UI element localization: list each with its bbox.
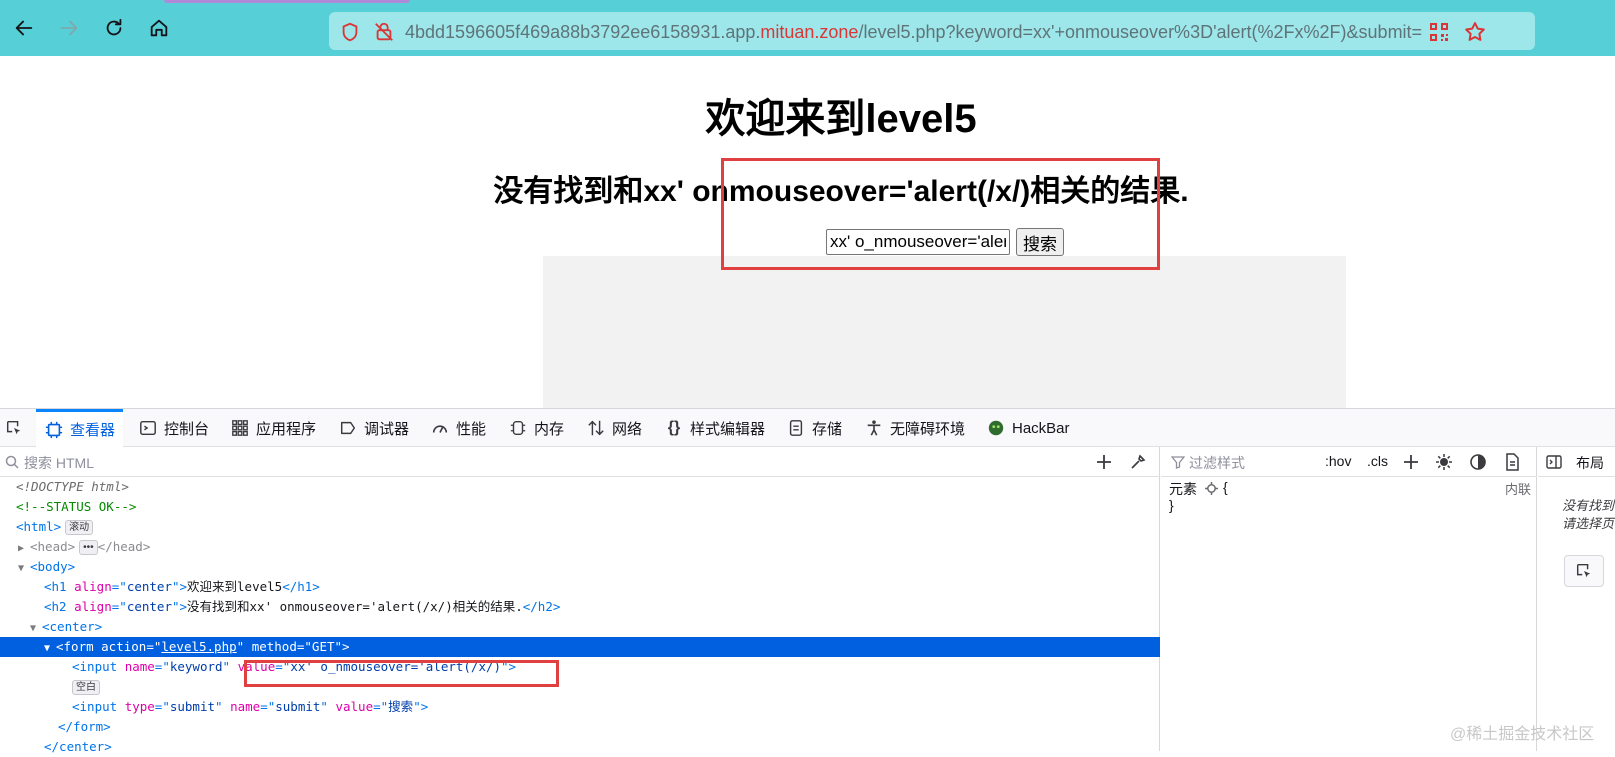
devtools-tab-bar: 查看器 控制台 应用程序 调试器 性能 内存 网络 {} 样式编辑器 存储 无障… bbox=[0, 409, 1615, 447]
tab-storage[interactable]: 存储 bbox=[786, 409, 842, 447]
scroll-badge[interactable]: 滚动 bbox=[65, 520, 94, 535]
sidebar-toggle-icon[interactable] bbox=[1546, 454, 1562, 470]
reload-icon bbox=[106, 18, 122, 36]
watermark: @稀土掘金技术社区 bbox=[1450, 726, 1595, 743]
memory-icon bbox=[508, 418, 528, 438]
forward-button[interactable] bbox=[53, 12, 85, 44]
tab-memory[interactable]: 内存 bbox=[508, 409, 564, 447]
rules-toolbar: 过滤样式 :hov .cls bbox=[1161, 447, 1537, 477]
print-media-icon[interactable] bbox=[1503, 453, 1521, 471]
url-text[interactable]: 4bdd1596605f469a88b3792ee6158931.app.mit… bbox=[405, 21, 1455, 43]
tab-layout[interactable]: 布局 bbox=[1576, 453, 1604, 473]
shield-icon[interactable] bbox=[339, 21, 361, 43]
tab-performance[interactable]: 性能 bbox=[430, 409, 486, 447]
insecure-lock-icon[interactable] bbox=[373, 21, 395, 43]
markup-doctype[interactable]: <!DOCTYPE html> bbox=[0, 477, 1160, 497]
markup-center-close[interactable]: </center> bbox=[0, 737, 1160, 757]
tab-style-editor[interactable]: {} 样式编辑器 bbox=[664, 409, 765, 447]
active-tab-edge[interactable] bbox=[164, 0, 410, 3]
markup-body-node[interactable]: ▼ <body> bbox=[0, 557, 1160, 577]
back-button[interactable] bbox=[8, 12, 40, 44]
filter-styles-input[interactable]: 过滤样式 bbox=[1189, 453, 1245, 473]
debugger-icon bbox=[338, 418, 358, 438]
keyword-input[interactable] bbox=[826, 229, 1010, 255]
markup-input-node[interactable]: <input name="keyword" value="xx' o_nmous… bbox=[0, 657, 1160, 677]
url-bar[interactable]: 4bdd1596605f469a88b3792ee6158931.app.mit… bbox=[329, 12, 1535, 50]
reload-button[interactable] bbox=[98, 12, 130, 44]
collapse-triangle-icon[interactable]: ▼ bbox=[44, 639, 56, 659]
layout-empty-message: 没有找到 请选择页 bbox=[1562, 498, 1615, 531]
search-submit-button[interactable]: 搜索 bbox=[1016, 228, 1064, 256]
tab-network[interactable]: 网络 bbox=[586, 409, 642, 447]
tab-inspector[interactable]: 查看器 bbox=[36, 409, 124, 447]
hov-toggle[interactable]: :hov bbox=[1325, 453, 1351, 469]
tab-debugger[interactable]: 调试器 bbox=[338, 409, 409, 447]
application-icon bbox=[230, 418, 250, 438]
search-form: 搜索 bbox=[826, 228, 1064, 256]
layout-toolbar: 布局 bbox=[1538, 447, 1615, 477]
element-picker-button[interactable] bbox=[4, 409, 24, 447]
rules-view: 过滤样式 :hov .cls 元素 { } 内联 bbox=[1161, 447, 1537, 751]
markup-head-node[interactable]: ▶ <head> ••• </head> bbox=[0, 537, 1160, 557]
arrow-right-icon bbox=[60, 20, 78, 36]
page-content: 欢迎来到level5 没有找到和xx' onmouseover='alert(/… bbox=[0, 56, 1615, 408]
markup-html-node[interactable]: <html> 滚动 bbox=[0, 517, 1160, 537]
collapse-triangle-icon[interactable]: ▼ bbox=[30, 619, 42, 639]
search-html-bar: 搜索 HTML bbox=[0, 447, 1160, 477]
tab-hackbar[interactable]: HackBar bbox=[986, 409, 1070, 447]
cls-toggle[interactable]: .cls bbox=[1367, 453, 1388, 469]
browser-toolbar: 4bdd1596605f469a88b3792ee6158931.app.mit… bbox=[0, 0, 1615, 56]
network-icon bbox=[586, 418, 606, 438]
page-title: 欢迎来到level5 bbox=[705, 97, 977, 141]
accessibility-icon bbox=[864, 418, 884, 438]
add-node-icon[interactable] bbox=[1096, 454, 1112, 470]
image-placeholder-panel bbox=[543, 256, 1346, 408]
qr-code-icon[interactable] bbox=[1427, 20, 1451, 44]
style-editor-icon: {} bbox=[667, 419, 681, 436]
markup-center-node[interactable]: ▼ <center> bbox=[0, 617, 1160, 637]
markup-form-close[interactable]: </form> bbox=[0, 717, 1160, 737]
hackbar-icon bbox=[986, 418, 1006, 438]
markup-view: 搜索 HTML <!DOCTYPE html> <!--STATUS OK-->… bbox=[0, 447, 1160, 754]
console-icon bbox=[138, 418, 158, 438]
performance-icon bbox=[430, 418, 450, 438]
storage-icon bbox=[786, 418, 806, 438]
markup-whitespace-node[interactable]: 空白 bbox=[0, 677, 1160, 697]
node-gear-icon[interactable] bbox=[1205, 482, 1218, 495]
arrow-left-icon bbox=[15, 20, 33, 36]
filter-icon bbox=[1171, 456, 1185, 469]
light-scheme-icon[interactable] bbox=[1435, 453, 1453, 471]
expand-triangle-icon[interactable]: ▶ bbox=[18, 539, 30, 559]
markup-comment[interactable]: <!--STATUS OK--> bbox=[0, 497, 1160, 517]
inspector-icon bbox=[44, 420, 64, 440]
search-html-input[interactable]: 搜索 HTML bbox=[24, 453, 94, 473]
dark-scheme-icon[interactable] bbox=[1469, 453, 1487, 471]
pick-element-button[interactable] bbox=[1564, 555, 1604, 587]
tab-application[interactable]: 应用程序 bbox=[230, 409, 316, 447]
markup-form-node[interactable]: ▼ <form action="level5.php" method="GET"> bbox=[0, 637, 1160, 657]
rule-open-brace: { bbox=[1223, 479, 1228, 495]
add-rule-icon[interactable] bbox=[1403, 454, 1419, 470]
element-picker-icon bbox=[4, 418, 24, 438]
layout-view: 布局 没有找到 请选择页 bbox=[1538, 447, 1615, 751]
collapse-triangle-icon[interactable]: ▼ bbox=[18, 559, 30, 579]
eyedropper-icon[interactable] bbox=[1130, 454, 1146, 470]
collapsed-badge[interactable]: ••• bbox=[79, 540, 98, 555]
home-button[interactable] bbox=[143, 12, 175, 44]
result-message: 没有找到和xx' onmouseover='alert(/x/)相关的结果. bbox=[493, 175, 1189, 208]
markup-h1-node[interactable]: <h1 align="center">欢迎来到level5</h1> bbox=[0, 577, 1160, 597]
rule-close-brace: } bbox=[1169, 497, 1174, 513]
home-icon bbox=[150, 19, 168, 37]
search-icon bbox=[5, 455, 19, 469]
element-rule-selector[interactable]: 元素 bbox=[1169, 479, 1197, 499]
tab-console[interactable]: 控制台 bbox=[138, 409, 209, 447]
inline-source-label[interactable]: 内联 bbox=[1505, 479, 1531, 498]
element-picker-icon bbox=[1576, 563, 1591, 578]
bookmark-star-icon[interactable] bbox=[1463, 20, 1487, 44]
devtools-panel: 查看器 控制台 应用程序 调试器 性能 内存 网络 {} 样式编辑器 存储 无障… bbox=[0, 408, 1615, 754]
markup-h2-node[interactable]: <h2 align="center">没有找到和xx' onmouseover=… bbox=[0, 597, 1160, 617]
whitespace-badge[interactable]: 空白 bbox=[72, 680, 100, 695]
tab-accessibility[interactable]: 无障碍环境 bbox=[864, 409, 965, 447]
markup-submit-node[interactable]: <input type="submit" name="submit" value… bbox=[0, 697, 1160, 717]
